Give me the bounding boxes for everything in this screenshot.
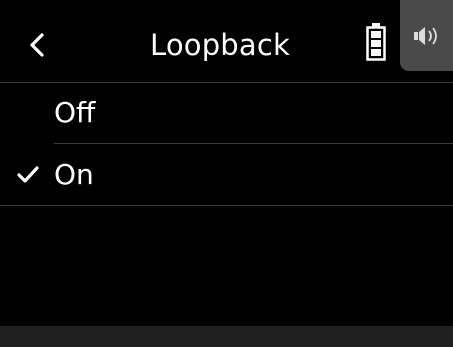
loopback-screen: Loopback Off On bbox=[0, 0, 453, 347]
option-on[interactable]: On bbox=[0, 144, 453, 206]
option-label: Off bbox=[54, 96, 96, 129]
chevron-left-icon bbox=[30, 33, 44, 57]
list-divider bbox=[0, 205, 453, 206]
page-title: Loopback bbox=[149, 28, 291, 62]
checkmark-icon bbox=[17, 166, 39, 183]
header-bar: Loopback bbox=[0, 0, 453, 82]
battery-icon bbox=[366, 23, 386, 61]
speaker-icon bbox=[414, 27, 437, 45]
option-label: On bbox=[54, 158, 94, 191]
speaker-tab[interactable] bbox=[400, 0, 453, 71]
option-off[interactable]: Off bbox=[0, 82, 453, 144]
battery-indicator bbox=[366, 23, 386, 61]
bottom-bar bbox=[0, 326, 453, 347]
back-button[interactable] bbox=[18, 20, 62, 70]
